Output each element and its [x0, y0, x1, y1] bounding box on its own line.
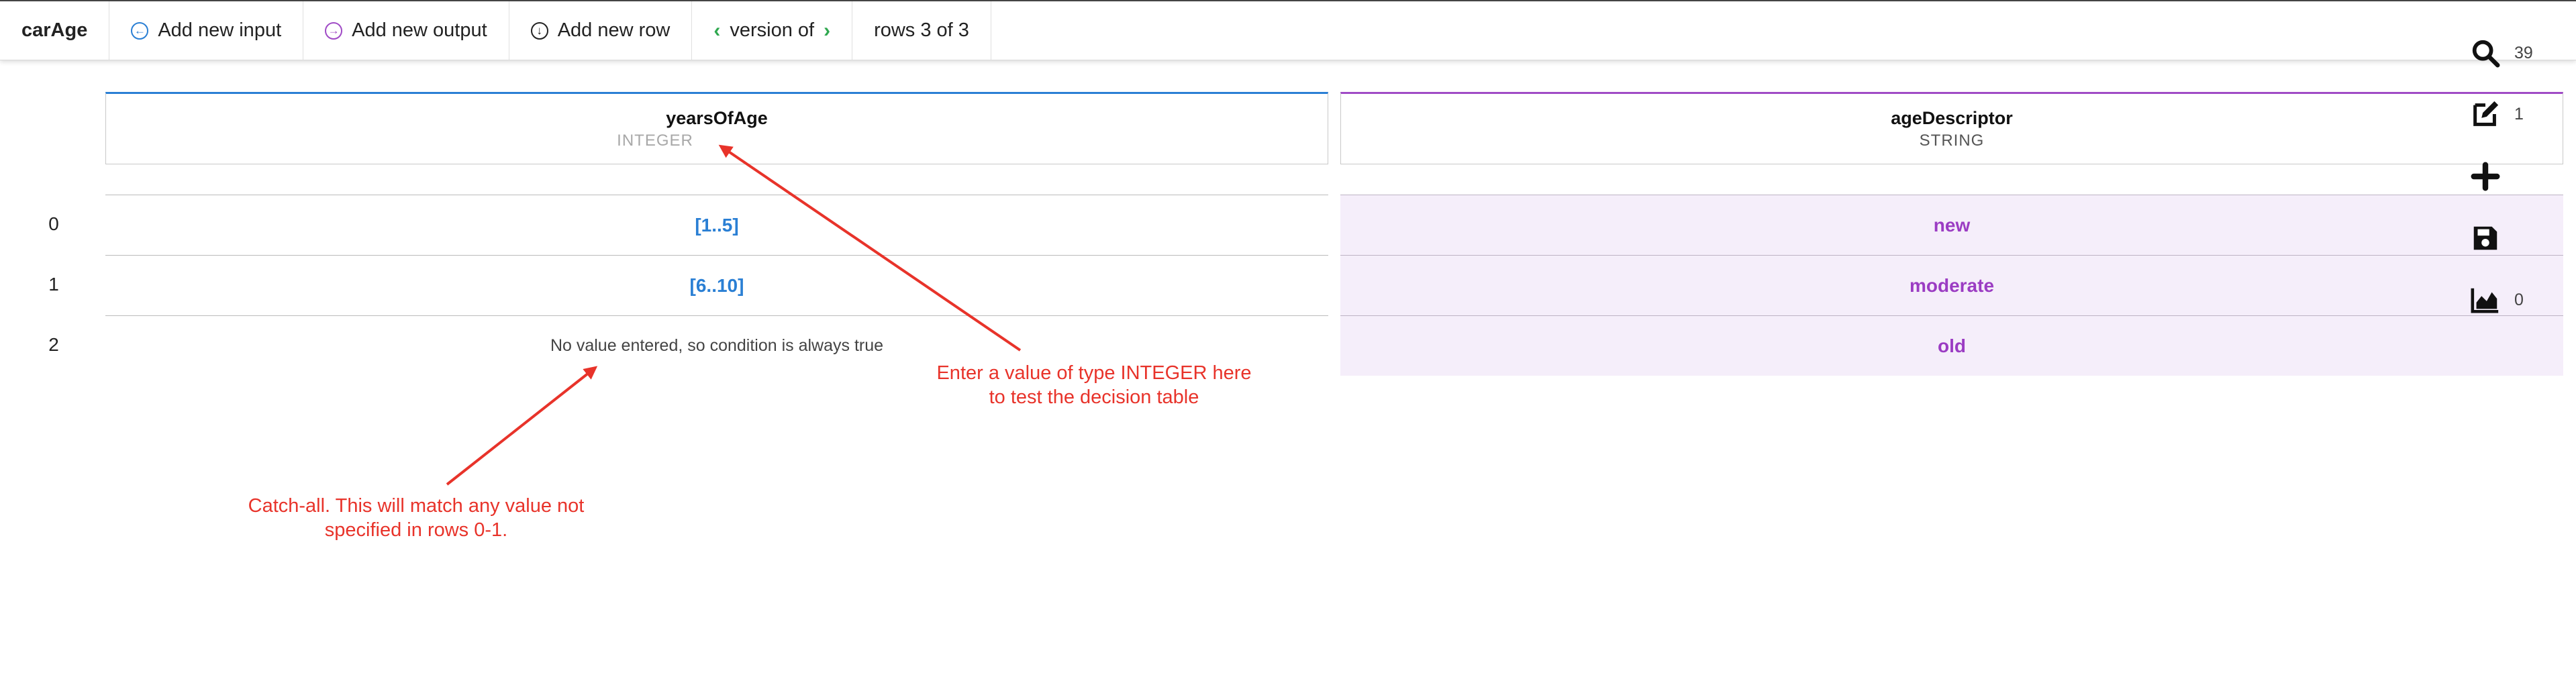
edit-count: 1 [2514, 104, 2524, 123]
edit-icon [2473, 101, 2499, 126]
add-row-label: Add new row [557, 19, 671, 41]
save-tool[interactable] [2470, 223, 2501, 254]
chart-tool[interactable]: 0 [2470, 284, 2524, 315]
search-count: 39 [2514, 43, 2533, 62]
chevron-left-icon[interactable]: ‹ [713, 19, 720, 42]
search-tool[interactable]: 39 [2470, 38, 2533, 68]
chevron-right-icon[interactable]: › [824, 19, 830, 42]
catch-all-annotation: Catch-all. This will match any value not… [248, 495, 585, 541]
version-label: version of [730, 19, 815, 41]
output-cell[interactable]: new [1340, 195, 2563, 255]
row-index: 1 [48, 274, 59, 295]
add-input-button[interactable]: ← Add new input [109, 1, 304, 60]
output-column-type: STRING [1919, 131, 1985, 150]
plus-icon [2471, 162, 2500, 191]
toolbar: carAge ← Add new input → Add new output … [0, 0, 2576, 60]
output-cell[interactable]: moderate [1340, 255, 2563, 315]
input-column-header[interactable]: yearsOfAge INTEGER [105, 92, 1328, 164]
chart-count: 0 [2514, 290, 2524, 309]
row-index: 2 [48, 334, 59, 355]
search-icon [2472, 40, 2500, 68]
output-cell[interactable]: old [1340, 315, 2563, 376]
add-output-button[interactable]: → Add new output [303, 1, 509, 60]
output-column-name: ageDescriptor [1891, 107, 2013, 128]
table-name[interactable]: carAge [0, 1, 110, 60]
version-navigator: ‹ version of › [692, 1, 853, 60]
rows-counter: rows 3 of 3 [852, 1, 991, 60]
output-column-header[interactable]: ageDescriptor STRING [1340, 92, 2563, 164]
arrow-down-circle-icon: ↓ [530, 21, 548, 40]
add-tool[interactable] [2470, 161, 2501, 192]
add-row-button[interactable]: ↓ Add new row [509, 1, 693, 60]
arrow-to-catch-all-cell [446, 366, 598, 486]
input-cell[interactable]: [6..10] [105, 255, 1328, 315]
input-column-type[interactable]: INTEGER [617, 132, 693, 150]
edit-tool[interactable]: 1 [2470, 99, 2524, 129]
save-icon [2473, 226, 2497, 250]
arrow-left-circle-icon: ← [131, 21, 149, 40]
add-output-label: Add new output [352, 19, 487, 41]
row-index: 0 [48, 213, 59, 234]
test-hint-annotation: Enter a value of type INTEGER here to te… [936, 362, 1252, 409]
add-input-label: Add new input [158, 19, 282, 41]
arrow-right-circle-icon: → [325, 21, 343, 40]
input-cell[interactable]: [1..5] [105, 195, 1328, 255]
input-column-name: yearsOfAge [666, 107, 768, 128]
area-chart-icon [2471, 288, 2499, 313]
